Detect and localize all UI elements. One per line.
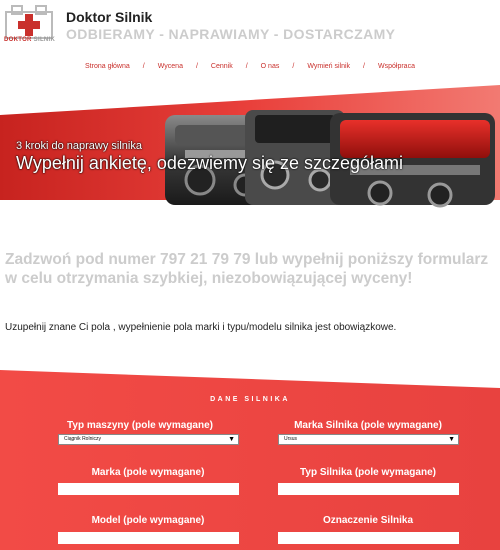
nav-separator: / [292, 63, 295, 70]
tagline: ODBIERAMY - NAPRAWIAMY - DOSTARCZAMY [66, 26, 396, 42]
brand-name[interactable]: Doktor Silnik [66, 9, 152, 25]
oznaczenie-input[interactable] [278, 532, 459, 544]
nav-item-cennik[interactable]: Cennik [211, 63, 233, 70]
label-oznaczenie: Oznaczenie Silnika [322, 515, 414, 526]
hero-subtitle: 3 kroki do naprawy silnika [16, 140, 142, 152]
intro-headline: Zadzwoń pod numer 797 21 79 79 lub wypeł… [5, 251, 489, 287]
label-marka-silnika: Marka Silnika (pole wymagane) [294, 420, 442, 431]
label-model: Model (pole wymagane) [91, 515, 205, 526]
hero-title: Wypełnij ankietę, odezwiemy się ze szcze… [16, 153, 403, 173]
model-input[interactable] [58, 532, 239, 544]
label-typ-silnika: Typ Silnika (pole wymagane) [300, 467, 436, 478]
hero-banner: 3 kroki do naprawy silnika Wypełnij anki… [0, 85, 500, 235]
nav-item-wycena[interactable]: Wycena [158, 63, 183, 70]
nav-item-wspolpraca[interactable]: Współpraca [378, 63, 415, 70]
engine-form-section: DANE SILNIKA Typ maszyny (pole wymagane)… [0, 370, 500, 550]
nav-separator: / [142, 63, 145, 70]
nav-item-home[interactable]: Strona główna [85, 63, 130, 70]
site-header: DOKTOR SILNIK Doktor Silnik ODBIERAMY - … [0, 0, 500, 85]
logo-text: DOKTOR SILNIK [4, 37, 56, 43]
nav-separator: / [195, 63, 198, 70]
marka-silnika-value: Ursus [284, 436, 298, 442]
main-nav: Strona główna / Wycena / Cennik / O nas … [0, 63, 500, 70]
form-section-title: DANE SILNIKA [210, 396, 290, 403]
marka-silnika-select[interactable]: Ursus ▼ [278, 434, 459, 445]
dropdown-arrow-icon: ▼ [448, 436, 455, 443]
nav-separator: / [363, 63, 365, 70]
nav-item-o-nas[interactable]: O nas [261, 63, 280, 70]
typ-silnika-input[interactable] [278, 483, 459, 495]
label-marka: Marka (pole wymagane) [91, 467, 205, 478]
dropdown-arrow-icon: ▼ [228, 436, 235, 443]
typ-maszyny-value: Ciągnik Rolniczy [64, 436, 101, 442]
form-note: Uzupełnij znane Ci pola , wypełnienie po… [5, 322, 397, 333]
marka-input[interactable] [58, 483, 239, 495]
typ-maszyny-select[interactable]: Ciągnik Rolniczy ▼ [58, 434, 239, 445]
nav-separator: / [245, 63, 248, 70]
label-typ-maszyny: Typ maszyny (pole wymagane) [67, 420, 213, 431]
nav-item-wymien-silnik[interactable]: Wymień silnik [307, 63, 350, 70]
